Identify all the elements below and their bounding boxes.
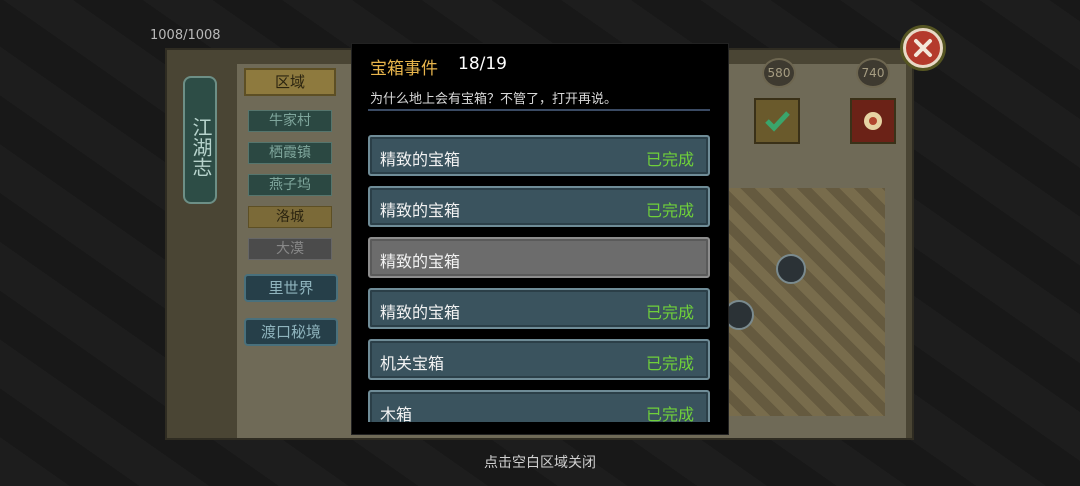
region-item[interactable]: 燕子坞 <box>248 174 332 196</box>
region-item[interactable]: 栖霞镇 <box>248 142 332 164</box>
event-name: 机关宝箱 <box>380 354 445 373</box>
lotus-icon <box>864 112 882 130</box>
event-list[interactable]: 精致的宝箱 已完成 精致的宝箱 已完成 精致的宝箱 精致的宝箱 已完成 机关宝箱 已完成 木箱 已完… <box>368 130 712 422</box>
event-row[interactable]: 精致的宝箱 已完成 <box>368 135 710 176</box>
modal-description: 为什么地上会有宝箱？不管了，打开再说。 <box>370 92 618 107</box>
region-item[interactable]: 洛城 <box>248 206 332 228</box>
inner-world-button[interactable]: 里世界 <box>244 274 338 302</box>
check-icon <box>765 111 790 132</box>
event-row[interactable]: 木箱 已完成 <box>368 390 710 422</box>
reward-tile[interactable] <box>754 98 800 144</box>
treasure-event-modal: 宝箱事件 18/19 为什么地上会有宝箱？不管了，打开再说。 精致的宝箱 已完成精… <box>352 44 728 434</box>
event-status-completed: 已完成 <box>645 303 694 322</box>
ferry-realm-button[interactable]: 渡口秘境 <box>244 318 338 346</box>
progress-marker: 740 <box>856 58 890 88</box>
region-item[interactable]: 大漠 <box>248 238 332 260</box>
event-status-completed: 已完成 <box>645 354 694 373</box>
map-npc-marker[interactable] <box>776 254 806 284</box>
event-status-completed: 已完成 <box>645 201 694 220</box>
region-map[interactable] <box>724 188 885 416</box>
event-name: 精致的宝箱 <box>380 252 461 271</box>
map-npc-marker[interactable] <box>724 300 754 330</box>
close-button[interactable] <box>903 28 943 68</box>
progress-marker: 580 <box>762 58 796 88</box>
region-header: 区域 <box>244 68 336 96</box>
event-name: 精致的宝箱 <box>380 303 461 322</box>
event-row[interactable]: 精致的宝箱 已完成 <box>368 186 710 227</box>
close-icon <box>914 39 932 57</box>
region-item[interactable]: 牛家村 <box>248 110 332 132</box>
event-row[interactable]: 精致的宝箱 已完成 <box>368 288 710 329</box>
event-row[interactable]: 精致的宝箱 <box>368 237 710 278</box>
divider <box>368 109 710 111</box>
event-name: 木箱 <box>380 405 413 422</box>
close-hint-text: 点击空白区域关闭 <box>484 455 596 471</box>
event-status-completed: 已完成 <box>645 405 694 422</box>
hp-readout: 1008/1008 <box>150 28 221 43</box>
event-name: 精致的宝箱 <box>380 201 461 220</box>
event-status-completed: 已完成 <box>645 150 694 169</box>
modal-title: 宝箱事件 <box>370 59 438 79</box>
reward-tile[interactable] <box>850 98 896 144</box>
event-name: 精致的宝箱 <box>380 150 461 169</box>
event-row[interactable]: 机关宝箱 已完成 <box>368 339 710 380</box>
event-progress-count: 18/19 <box>458 54 507 74</box>
journal-banner: 江湖志 <box>183 76 217 204</box>
